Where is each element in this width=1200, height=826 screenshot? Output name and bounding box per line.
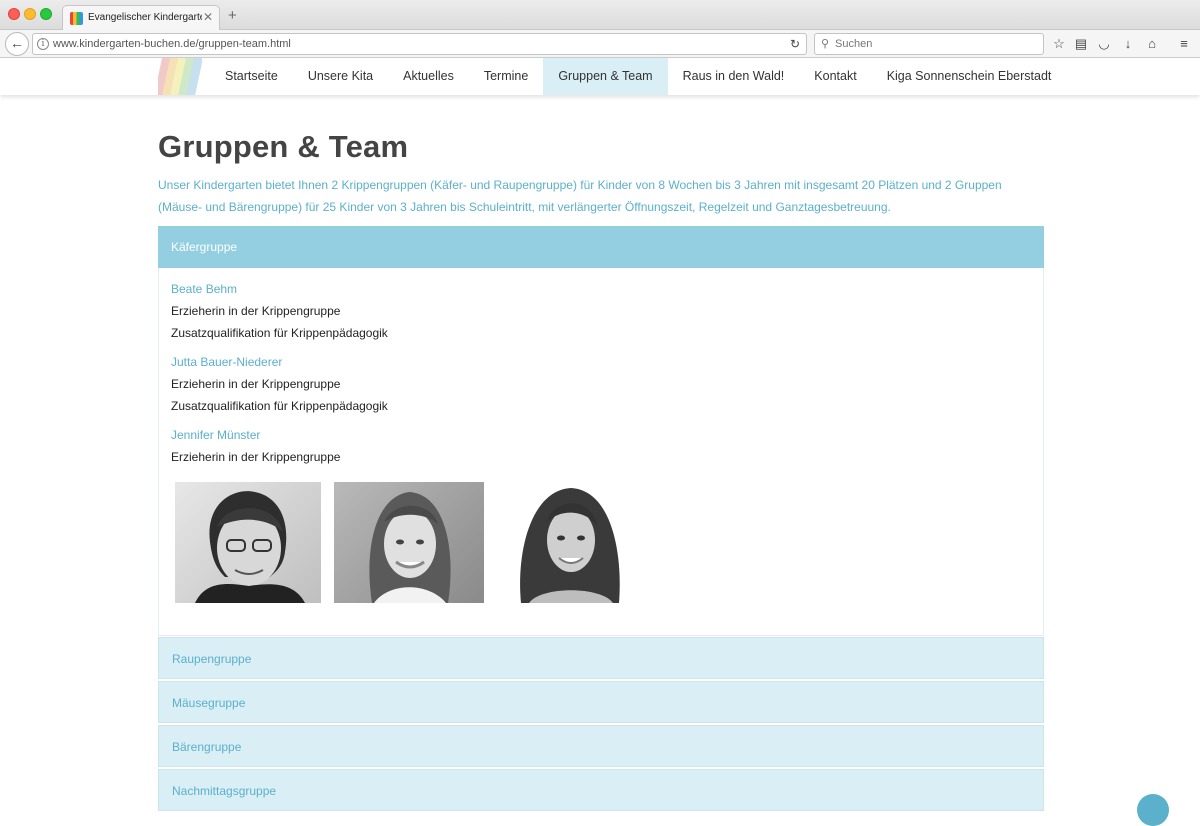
team-photo [334, 482, 484, 603]
new-tab-icon[interactable]: + [228, 7, 237, 24]
team-member: Beate Behm Erzieherin in der Krippengrup… [171, 278, 388, 344]
member-qualification: Zusatzqualifikation für Krippenpädagogik [171, 399, 388, 413]
favicon-icon [70, 12, 83, 25]
zoom-window-button[interactable] [40, 8, 52, 20]
minimize-window-button[interactable] [24, 8, 36, 20]
info-icon[interactable]: i [37, 38, 49, 50]
member-role: Erzieherin in der Krippengruppe [171, 450, 341, 464]
back-arrow-icon[interactable]: ← [5, 32, 29, 56]
accordion-panel-kaefergruppe: Beate Behm Erzieherin in der Krippengrup… [158, 268, 1044, 636]
nav-item-aktuelles[interactable]: Aktuelles [388, 58, 469, 95]
nav-item-kiga-sonnenschein[interactable]: Kiga Sonnenschein Eberstadt [872, 58, 1067, 95]
member-name[interactable]: Beate Behm [171, 278, 388, 300]
member-qualification: Zusatzqualifikation für Krippenpädagogik [171, 326, 388, 340]
tab-title: Evangelischer Kindergarten R [88, 12, 202, 23]
team-member: Jutta Bauer-Niederer Erzieherin in der K… [171, 351, 388, 417]
url-text[interactable]: www.kindergarten-buchen.de/gruppen-team.… [53, 38, 291, 50]
nav-item-gruppen-team[interactable]: Gruppen & Team [543, 58, 668, 95]
portrait-image [195, 491, 305, 603]
accordion-title: Mäusegruppe [172, 696, 246, 710]
accordion-header-kaefergruppe[interactable]: Käfergruppe [158, 226, 1044, 268]
accordion-title: Bärengruppe [172, 740, 242, 754]
rainbow-logo[interactable] [158, 58, 202, 95]
accordion-title: Nachmittagsgruppe [172, 784, 277, 798]
portrait-image [520, 488, 620, 603]
nav-item-termine[interactable]: Termine [469, 58, 543, 95]
download-icon[interactable]: ↓ [1118, 34, 1138, 54]
menu-icon[interactable]: ≡ [1174, 34, 1194, 54]
search-icon: ⚲ [821, 38, 830, 50]
accordion-title: Raupengruppe [172, 652, 252, 666]
team-photo [175, 482, 321, 603]
browser-toolbar: ← i www.kindergarten-buchen.de/gruppen-t… [0, 30, 1200, 58]
url-bar[interactable]: i www.kindergarten-buchen.de/gruppen-tea… [32, 33, 807, 55]
browser-titlebar: Evangelischer Kindergarten R ✕ + [0, 0, 1200, 30]
accordion-header-maeusegruppe[interactable]: Mäusegruppe [158, 681, 1044, 723]
member-role: Erzieherin in der Krippengruppe [171, 304, 341, 318]
accordion-header-raupengruppe[interactable]: Raupengruppe [158, 637, 1044, 679]
nav-item-kontakt[interactable]: Kontakt [799, 58, 871, 95]
member-name[interactable]: Jutta Bauer-Niederer [171, 351, 388, 373]
accordion-header-nachmittagsgruppe[interactable]: Nachmittagsgruppe [158, 769, 1044, 811]
portrait-image [369, 492, 451, 603]
site-header: Startseite Unsere Kita Aktuelles Termine… [0, 58, 1200, 95]
browser-tab[interactable]: Evangelischer Kindergarten R ✕ [62, 5, 220, 30]
accordion-title: Käfergruppe [171, 240, 238, 254]
nav-item-raus-in-den-wald[interactable]: Raus in den Wald! [668, 58, 800, 95]
close-window-button[interactable] [8, 8, 20, 20]
search-bar[interactable]: ⚲ [814, 33, 1044, 55]
pocket-icon[interactable]: ◡ [1094, 34, 1114, 54]
tab-close-icon[interactable]: ✕ [203, 10, 213, 24]
member-role: Erzieherin in der Krippengruppe [171, 377, 341, 391]
nav-item-startseite[interactable]: Startseite [210, 58, 293, 95]
bookmark-star-icon[interactable]: ☆ [1049, 34, 1069, 54]
scroll-to-top-button[interactable] [1137, 794, 1169, 826]
intro-text: Unser Kindergarten bietet Ihnen 2 Krippe… [158, 178, 1002, 214]
member-name[interactable]: Jennifer Münster [171, 424, 340, 446]
page-title: Gruppen & Team [158, 129, 409, 164]
accordion-header-baerengruppe[interactable]: Bärengruppe [158, 725, 1044, 767]
nav-item-unsere-kita[interactable]: Unsere Kita [293, 58, 388, 95]
search-input[interactable] [835, 36, 1035, 52]
reload-icon[interactable]: ↻ [784, 33, 806, 55]
main-nav: Startseite Unsere Kita Aktuelles Termine… [210, 58, 1066, 95]
team-member: Jennifer Münster Erzieherin in der Kripp… [171, 424, 340, 468]
reading-list-icon[interactable]: ▤ [1071, 34, 1091, 54]
home-icon[interactable]: ⌂ [1142, 34, 1162, 54]
team-photo [501, 482, 641, 603]
